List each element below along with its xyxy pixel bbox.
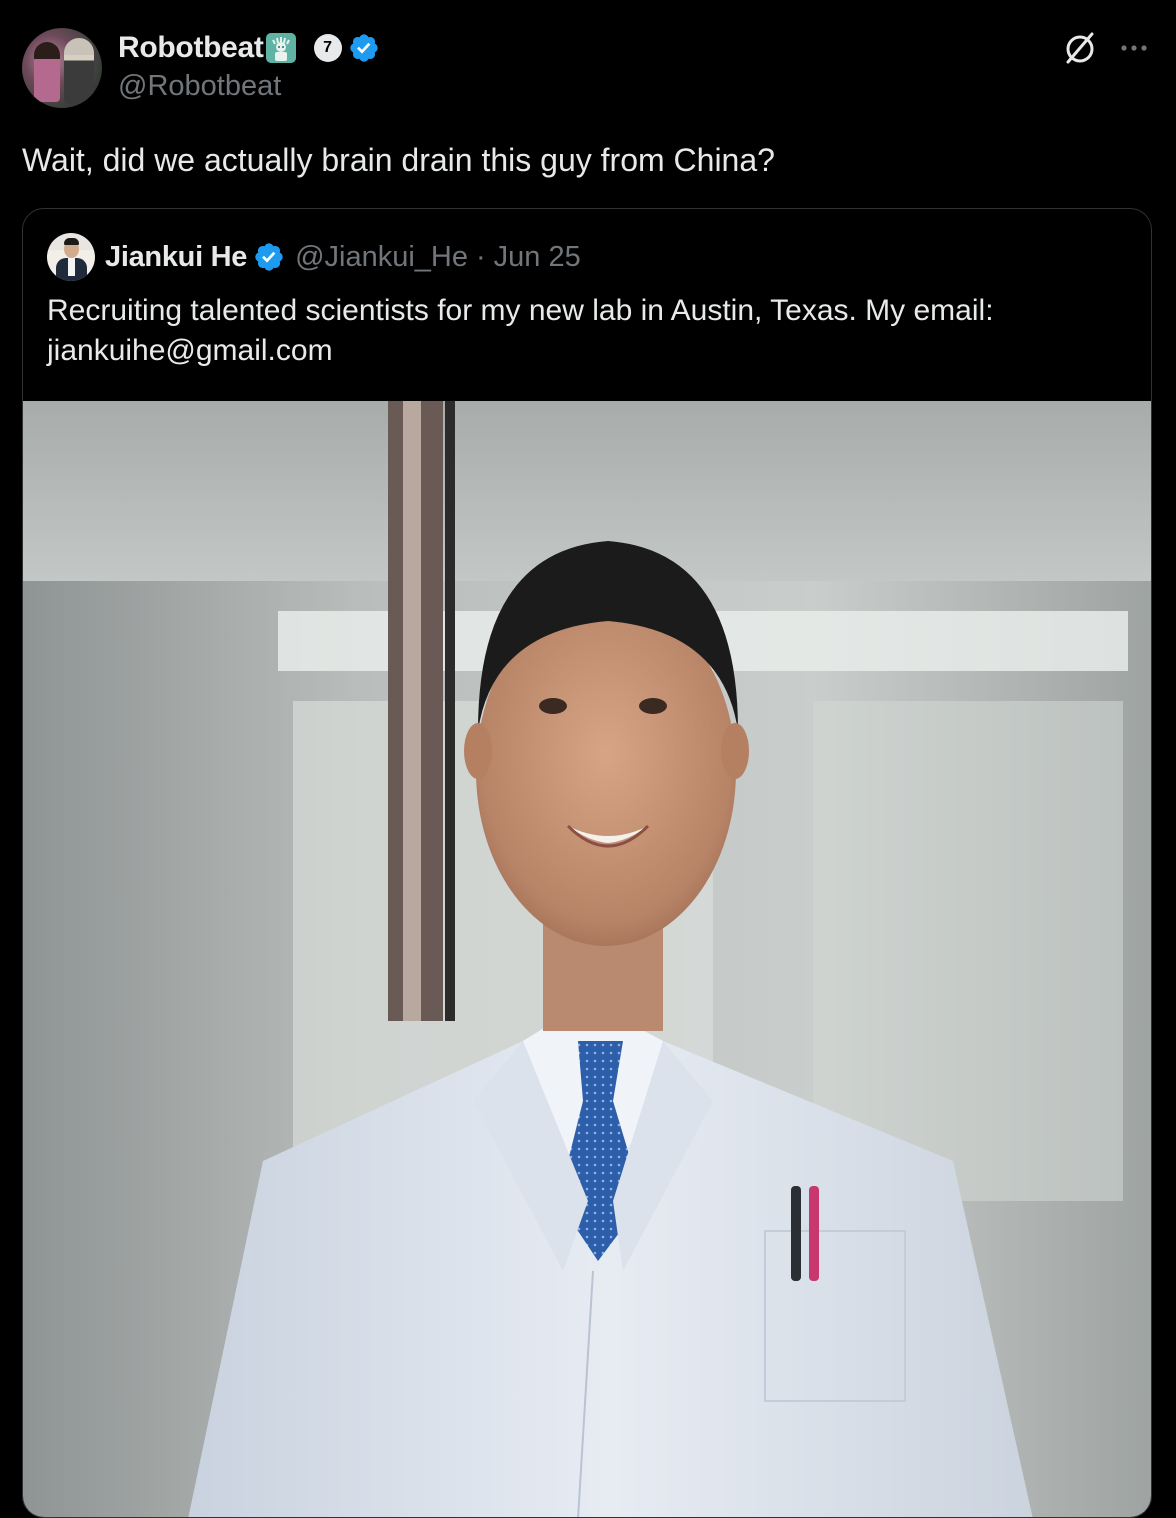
tweet-text: Wait, did we actually brain drain this g… <box>22 142 775 178</box>
author-name-row: Robotbeat 7 <box>118 28 380 68</box>
quoted-author-handle[interactable]: @Jiankui_He <box>295 241 468 274</box>
grok-icon[interactable] <box>1060 28 1100 68</box>
verified-badge-icon[interactable] <box>348 32 380 64</box>
quoted-author-display-name[interactable]: Jiankui He <box>105 241 247 274</box>
quoted-tweet-text: Recruiting talented scientists for my ne… <box>47 294 994 367</box>
label-badge[interactable]: 7 <box>313 34 342 62</box>
quoted-tweet-date[interactable]: Jun 25 <box>494 241 581 274</box>
statue-of-liberty-emoji-icon <box>265 33 296 63</box>
author-avatar[interactable] <box>22 28 102 108</box>
quoted-tweet[interactable]: Jiankui He @Jiankui_He · Jun 25 Recruiti… <box>22 208 1152 1518</box>
quoted-author-row: Jiankui He @Jiankui_He · Jun 25 <box>105 235 581 279</box>
author-handle[interactable]: @Robotbeat <box>118 70 281 103</box>
quoted-author-avatar[interactable] <box>47 233 95 281</box>
author-display-name[interactable]: Robotbeat <box>118 31 264 65</box>
more-options-icon[interactable] <box>1114 32 1154 64</box>
meta-separator: · <box>475 240 486 273</box>
quoted-tweet-photo[interactable] <box>23 401 1151 1517</box>
verified-badge-icon <box>255 243 283 271</box>
tweet: Robotbeat 7 @Robotbeat Wait, did we actu… <box>0 0 1176 1518</box>
